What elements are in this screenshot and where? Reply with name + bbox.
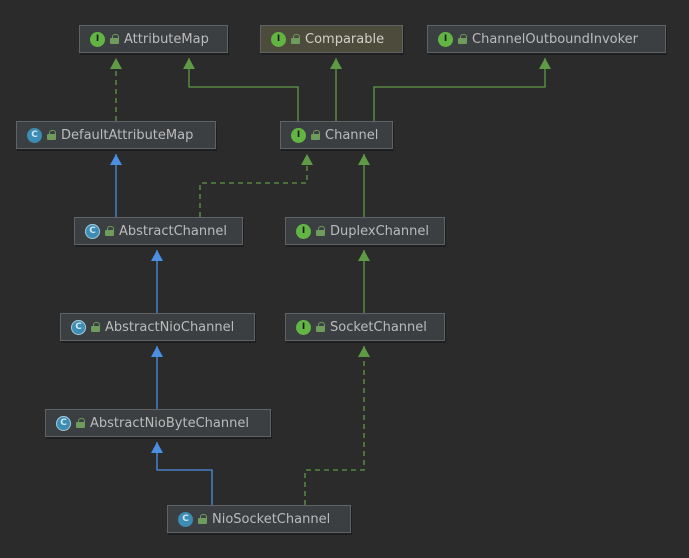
public-lock-icon <box>316 226 325 236</box>
edge-nio-socket-channel-to-socket-channel <box>304 346 365 505</box>
public-lock-icon <box>91 322 100 332</box>
node-duplex-channel[interactable]: I DuplexChannel <box>285 217 445 245</box>
public-lock-icon <box>110 34 119 44</box>
node-nio-socket-channel[interactable]: C NioSocketChannel <box>167 505 351 533</box>
public-lock-icon <box>76 418 85 428</box>
interface-icon: I <box>291 127 306 143</box>
edge-abstract-channel-to-channel <box>199 154 308 217</box>
abstract-class-icon: C <box>56 415 71 431</box>
edge-abstract-nio-channel-to-abstract-channel-arrowhead <box>151 250 163 261</box>
node-channel-outbound-invoker[interactable]: I ChannelOutboundInvoker <box>427 25 666 53</box>
public-lock-icon <box>105 226 114 236</box>
edge-abstract-channel-to-channel-arrowhead <box>301 154 313 165</box>
interface-icon: I <box>271 31 286 47</box>
public-lock-icon <box>47 130 56 140</box>
public-lock-icon <box>291 34 300 44</box>
class-icon: C <box>178 511 193 527</box>
edge-abstract-nio-byte-channel-to-abstract-nio-channel-arrowhead <box>151 346 163 357</box>
node-channel[interactable]: I Channel <box>280 121 393 149</box>
node-label: SocketChannel <box>330 319 427 335</box>
interface-icon: I <box>438 31 453 47</box>
node-label: DefaultAttributeMap <box>61 127 194 143</box>
edge-nio-socket-channel-to-abstract-nio-byte-channel <box>156 442 213 505</box>
edge-duplex-channel-to-channel-arrowhead <box>358 154 370 165</box>
edge-default-attribute-map-to-attribute-map-arrowhead <box>110 58 122 69</box>
interface-icon: I <box>296 223 311 239</box>
edge-channel-to-channel-outbound-invoker-arrowhead <box>539 58 551 69</box>
node-label: Channel <box>325 127 379 143</box>
abstract-class-icon: C <box>71 319 86 335</box>
edge-channel-to-comparable-arrowhead <box>330 58 342 69</box>
edge-channel-to-channel-outbound-invoker <box>373 58 546 121</box>
class-icon: C <box>27 127 42 143</box>
node-comparable[interactable]: I Comparable <box>260 25 403 53</box>
node-label: AttributeMap <box>124 31 209 47</box>
public-lock-icon <box>198 514 207 524</box>
node-label: DuplexChannel <box>330 223 429 239</box>
public-lock-icon <box>311 130 320 140</box>
edge-channel-to-attribute-map <box>188 58 299 121</box>
node-label: AbstractNioChannel <box>105 319 235 335</box>
node-label: ChannelOutboundInvoker <box>472 31 639 47</box>
edge-nio-socket-channel-to-socket-channel-arrowhead <box>358 346 370 357</box>
edge-socket-channel-to-duplex-channel-arrowhead <box>358 250 370 261</box>
edge-channel-to-attribute-map-arrowhead <box>183 58 195 69</box>
edge-nio-socket-channel-to-abstract-nio-byte-channel-arrowhead <box>151 442 163 453</box>
node-abstract-channel[interactable]: C AbstractChannel <box>74 217 243 245</box>
inheritance-edges <box>110 58 551 505</box>
node-label: AbstractChannel <box>119 223 227 239</box>
abstract-class-icon: C <box>85 223 100 239</box>
node-abstract-nio-byte-channel[interactable]: C AbstractNioByteChannel <box>45 409 271 437</box>
node-default-attribute-map[interactable]: C DefaultAttributeMap <box>16 121 216 149</box>
public-lock-icon <box>316 322 325 332</box>
interface-icon: I <box>296 319 311 335</box>
node-label: NioSocketChannel <box>212 511 331 527</box>
interface-icon: I <box>90 31 105 47</box>
node-socket-channel[interactable]: I SocketChannel <box>285 313 445 341</box>
node-label: AbstractNioByteChannel <box>90 415 249 431</box>
node-abstract-nio-channel[interactable]: C AbstractNioChannel <box>60 313 255 341</box>
edge-abstract-channel-to-default-attribute-map-arrowhead <box>110 154 122 165</box>
public-lock-icon <box>458 34 467 44</box>
node-label: Comparable <box>305 31 385 47</box>
node-attribute-map[interactable]: I AttributeMap <box>79 25 228 53</box>
